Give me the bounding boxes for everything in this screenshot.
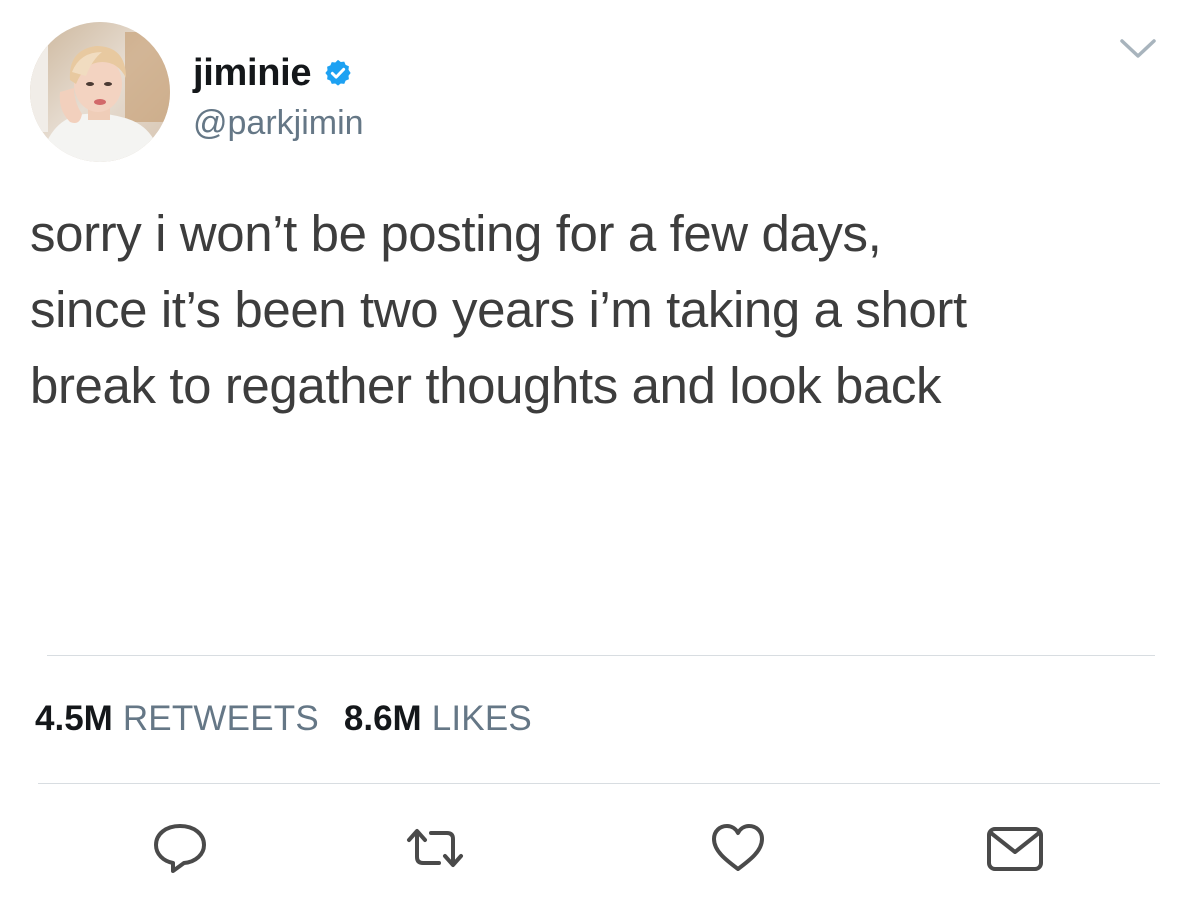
tweet-stats: 4.5M RETWEETS 8.6M LIKES [35,699,532,739]
verified-badge-icon [323,58,353,88]
envelope-icon [987,827,1043,871]
retweet-icon [407,829,463,867]
retweets-label: RETWEETS [122,699,319,738]
divider [38,783,1160,784]
reply-icon [154,824,206,873]
chevron-down-icon[interactable] [1118,36,1158,62]
like-button[interactable] [706,818,770,878]
avatar-image [30,22,170,162]
avatar[interactable] [30,22,170,162]
action-bar [0,818,1200,878]
retweet-button[interactable] [403,818,467,878]
display-name-row[interactable]: jiminie [193,48,353,98]
retweets-stat[interactable]: 4.5M RETWEETS [35,699,319,739]
tweet-text-line: sorry i won’t be posting for a few days, [30,205,882,262]
retweets-count: 4.5M [35,699,113,738]
tweet-text: sorry i won’t be posting for a few days,… [30,196,1170,424]
likes-stat[interactable]: 8.6M LIKES [344,699,532,739]
user-handle[interactable]: @parkjimin [193,104,364,143]
tweet-text-line: since it’s been two years i’m taking a s… [30,281,967,338]
display-name[interactable]: jiminie [193,52,312,95]
direct-message-button[interactable] [983,818,1047,878]
likes-count: 8.6M [343,699,422,738]
divider [47,655,1155,656]
likes-label: LIKES [431,699,532,738]
tweet-text-line: break to regather thoughts and look back [30,357,942,414]
heart-icon [712,824,764,871]
reply-button[interactable] [148,818,212,878]
